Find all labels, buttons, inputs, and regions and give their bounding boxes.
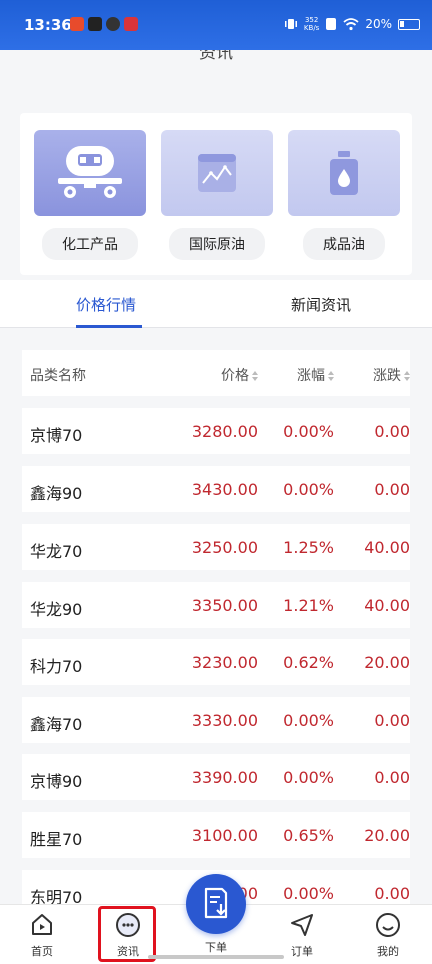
table-row[interactable]: 华龙90 3350.00 1.21% 40.00 [22, 582, 410, 628]
tab-underline [76, 325, 142, 328]
category-label: 化工产品 [42, 228, 138, 260]
header-price[interactable]: 价格 [221, 365, 258, 385]
send-icon [291, 914, 313, 936]
app-notification-icon [70, 17, 84, 31]
table-row[interactable]: 京博70 3280.00 0.00% 0.00 [22, 408, 410, 454]
page-title: 资讯 [199, 50, 233, 63]
browser-app-icon [106, 17, 120, 31]
category-crude-oil[interactable]: 国际原油 [161, 130, 273, 260]
place-order-button[interactable] [186, 874, 246, 934]
home-indicator[interactable] [148, 955, 284, 959]
tanker-truck-icon [58, 146, 122, 198]
header-chg[interactable]: 涨跌 [373, 365, 410, 385]
status-bar: 13:36 352 KB/s 20% [0, 0, 432, 50]
home-icon [32, 914, 52, 935]
category-chemical[interactable]: 化工产品 [34, 130, 146, 260]
video-app-icon [88, 17, 102, 31]
battery-percent: 20% [365, 17, 392, 31]
sort-icon [328, 371, 334, 381]
sort-icon [252, 371, 258, 381]
nav-home[interactable]: 首页 [12, 911, 72, 959]
tab-price-quotes[interactable]: 价格行情 [76, 294, 136, 315]
table-row[interactable]: 华龙70 3250.00 1.25% 40.00 [22, 524, 410, 570]
tab-news[interactable]: 新闻资讯 [291, 294, 351, 315]
sort-icon [404, 371, 410, 381]
category-label: 成品油 [303, 228, 385, 260]
nav-orders[interactable]: 订单 [272, 911, 332, 959]
tab-bar: 价格行情 新闻资讯 [0, 280, 432, 328]
category-tile[interactable] [34, 130, 146, 216]
status-app-icons [70, 17, 138, 31]
oil-chart-icon [198, 154, 236, 192]
network-speed: 352 KB/s [303, 16, 320, 32]
table-row[interactable]: 科力70 3230.00 0.62% 20.00 [22, 639, 410, 685]
category-refined-oil[interactable]: 成品油 [288, 130, 400, 260]
table-row[interactable]: 京博90 3390.00 0.00% 0.00 [22, 754, 410, 800]
status-right: 352 KB/s 20% [284, 16, 420, 32]
nav-mine[interactable]: 我的 [358, 911, 418, 959]
table-header: 品类名称 价格 涨幅 涨跌 [22, 350, 410, 396]
active-nav-highlight [98, 906, 156, 962]
table-row[interactable]: 鑫海70 3330.00 0.00% 0.00 [22, 697, 410, 743]
header-name: 品类名称 [30, 368, 86, 384]
nav-place-order[interactable]: 下单 [186, 939, 246, 955]
table-row[interactable]: 鑫海90 3430.00 0.00% 0.00 [22, 466, 410, 512]
table-row[interactable]: 胜星70 3100.00 0.65% 20.00 [22, 812, 410, 858]
category-card: 化工产品 国际原油 成品油 [20, 113, 412, 275]
oil-canister-icon [330, 151, 358, 195]
status-time: 13:36 [24, 16, 72, 34]
category-label: 国际原油 [169, 228, 265, 260]
category-tile[interactable] [161, 130, 273, 216]
vibrate-icon [284, 19, 297, 29]
nfc-icon [326, 18, 337, 30]
header-pct[interactable]: 涨幅 [297, 365, 334, 385]
profile-icon [376, 913, 400, 937]
page-header: 资讯 [0, 50, 432, 102]
wifi-icon [343, 17, 359, 30]
battery-icon [398, 18, 420, 30]
place-order-icon [204, 887, 228, 919]
category-tile[interactable] [288, 130, 400, 216]
shopping-app-icon [124, 17, 138, 31]
